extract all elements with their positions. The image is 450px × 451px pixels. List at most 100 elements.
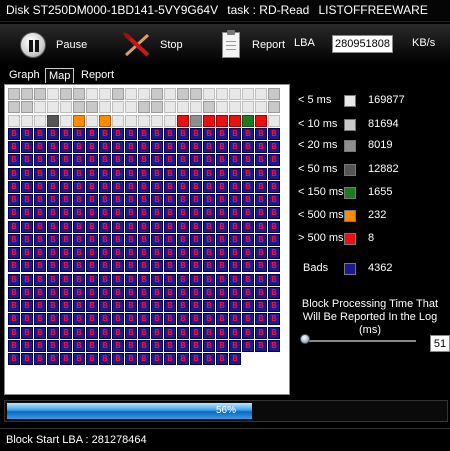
map-block-bad: B — [255, 154, 267, 167]
map-block-bad: B — [34, 207, 46, 220]
map-block — [242, 114, 254, 127]
map-block — [86, 88, 98, 100]
block-time-label-line1: Block Processing Time That — [301, 298, 439, 310]
map-block-bad: B — [242, 260, 254, 273]
map-block-bad: B — [229, 286, 241, 299]
map-block-bad: B — [242, 326, 254, 339]
map-block-bad: B — [138, 300, 150, 312]
map-block-bad: B — [86, 273, 98, 286]
map-block-bad: B — [99, 154, 111, 167]
stop-button[interactable]: Stop — [122, 31, 183, 59]
map-block-bad: B — [34, 220, 46, 233]
report-button[interactable]: Report — [222, 30, 285, 59]
map-block-bad: B — [60, 260, 72, 273]
map-block-bad: B — [73, 339, 85, 352]
map-block-bad: B — [99, 300, 111, 312]
map-block-bad: B — [73, 260, 85, 273]
map-block-bad: B — [47, 207, 59, 220]
map-block-bad: B — [112, 326, 124, 339]
map-block-bad: B — [268, 260, 280, 273]
map-block-bad: B — [190, 141, 202, 153]
map-block-bad: B — [34, 353, 46, 365]
legend-row: < 500 ms 232 — [292, 209, 450, 223]
map-block-bad: B — [216, 141, 228, 153]
map-block-bad: B — [138, 233, 150, 246]
map-block-bad: B — [151, 207, 163, 220]
map-block-bad: B — [8, 154, 20, 167]
map-block-bad: B — [125, 141, 137, 153]
map-block-bad: B — [229, 339, 241, 352]
map-block — [255, 101, 267, 114]
map-block-bad: B — [34, 300, 46, 312]
map-block-bad: B — [125, 326, 137, 339]
map-block — [86, 114, 98, 127]
map-block-bad: B — [73, 313, 85, 326]
map-block-bad: B — [255, 247, 267, 259]
map-block-bad: B — [8, 207, 20, 220]
map-block-bad: B — [229, 141, 241, 153]
stop-label: Stop — [160, 39, 183, 51]
map-block-bad: B — [216, 339, 228, 352]
pause-label: Pause — [56, 39, 88, 51]
map-block — [60, 88, 72, 100]
map-block-bad: B — [47, 233, 59, 246]
map-block-bad: B — [164, 141, 176, 153]
window-title-disk: Disk ST250DM000-1BD141-5VY9G64V — [6, 3, 219, 17]
map-block-bad: B — [34, 273, 46, 286]
map-block — [138, 101, 150, 114]
tab-map[interactable]: Map — [45, 68, 75, 83]
lba-field[interactable]: 280951808 — [332, 35, 393, 53]
map-block-bad: B — [99, 167, 111, 180]
map-block-bad: B — [229, 233, 241, 246]
map-block-bad: B — [164, 180, 176, 193]
pause-button[interactable]: Pause — [20, 31, 87, 59]
map-block-bad: B — [21, 260, 33, 273]
map-block-bad: B — [138, 339, 150, 352]
map-block-bad: B — [60, 207, 72, 220]
map-block-bad: B — [8, 286, 20, 299]
map-block-bad: B — [229, 180, 241, 193]
map-block-bad: B — [125, 273, 137, 286]
map-block-bad: B — [190, 233, 202, 246]
map-block-bad: B — [177, 154, 189, 167]
map-block-bad: B — [112, 339, 124, 352]
map-block-bad: B — [112, 167, 124, 180]
map-block-bad: B — [8, 220, 20, 233]
map-block-bad: B — [203, 260, 215, 273]
map-block-bad: B — [34, 127, 46, 140]
block-time-slider[interactable] — [302, 340, 416, 342]
map-block — [34, 88, 46, 100]
legend-count: 1655 — [368, 186, 393, 198]
map-block-bad: B — [190, 247, 202, 259]
map-block-bad: B — [60, 247, 72, 259]
map-block-bad: B — [255, 194, 267, 206]
map-block-bad: B — [216, 353, 228, 365]
legend-swatch — [344, 95, 356, 107]
map-block-bad: B — [47, 273, 59, 286]
slider-thumb[interactable] — [300, 334, 310, 344]
tab-graph[interactable]: Graph — [6, 68, 43, 83]
map-block-bad: B — [125, 207, 137, 220]
map-block-bad: B — [151, 247, 163, 259]
map-block-bad: B — [8, 194, 20, 206]
map-block-bad: B — [203, 233, 215, 246]
map-block-bad: B — [21, 167, 33, 180]
map-block-bad: B — [268, 313, 280, 326]
map-block-bad: B — [60, 127, 72, 140]
map-block-bad: B — [177, 313, 189, 326]
map-block — [112, 101, 124, 114]
block-time-value[interactable]: 51 — [430, 335, 450, 352]
map-block-bad: B — [151, 260, 163, 273]
map-block-bad: B — [99, 233, 111, 246]
map-block-bad: B — [99, 313, 111, 326]
map-block-bad: B — [216, 180, 228, 193]
map-block-bad: B — [60, 353, 72, 365]
map-block-bad: B — [21, 286, 33, 299]
map-block-bad: B — [47, 300, 59, 312]
tab-report[interactable]: Report — [78, 68, 117, 83]
map-block-bad: B — [21, 273, 33, 286]
map-block-bad: B — [190, 326, 202, 339]
legend-swatch — [344, 140, 356, 152]
map-block-bad: B — [255, 207, 267, 220]
map-block — [125, 88, 137, 100]
